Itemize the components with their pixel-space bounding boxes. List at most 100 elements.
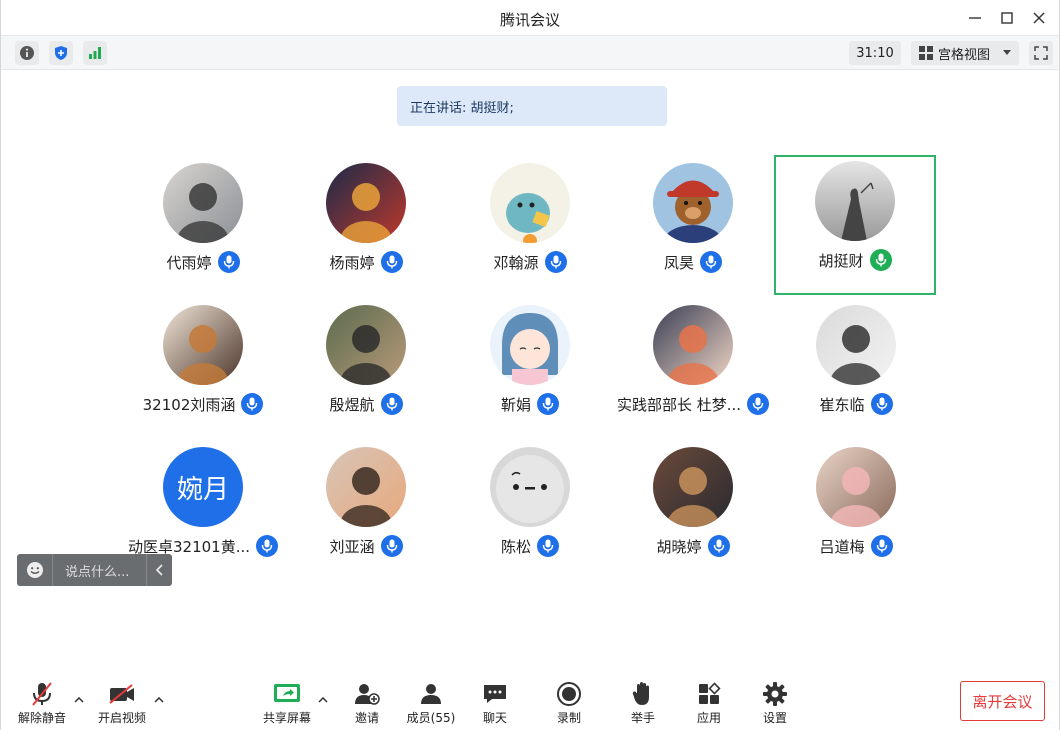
microphone-icon <box>876 397 887 411</box>
microphone-icon <box>542 397 554 411</box>
microphone-icon <box>550 255 561 269</box>
avatar-image <box>816 447 896 527</box>
participant-name: 杨雨婷 <box>329 253 375 272</box>
participant-tile[interactable]: 崔东临 <box>775 299 937 439</box>
participant-tile[interactable]: 胡挺财 <box>774 155 936 295</box>
participant-tile[interactable]: 刘亚涵 <box>285 441 447 581</box>
raise-hand-label: 举手 <box>630 711 655 725</box>
mic-badge <box>700 251 722 273</box>
avatar <box>816 305 896 385</box>
shield-icon <box>55 46 67 60</box>
avatar-image <box>163 305 243 385</box>
emoji-button[interactable] <box>17 554 53 586</box>
participant-tile[interactable]: 胡晓婷 <box>612 441 774 581</box>
avatar-image <box>815 161 895 241</box>
grid-view-dropdown[interactable]: 宫格视图 <box>911 41 1019 65</box>
minimize-button[interactable] <box>963 6 987 30</box>
start-video-button[interactable]: 开启视频 <box>95 680 149 726</box>
security-button[interactable] <box>49 41 73 65</box>
settings-button[interactable]: 设置 <box>755 680 795 726</box>
collapse-chat-button[interactable] <box>146 554 172 586</box>
share-label: 共享屏幕 <box>262 711 311 725</box>
maximize-button[interactable] <box>995 6 1019 30</box>
close-button[interactable] <box>1027 6 1051 30</box>
avatar <box>326 447 406 527</box>
participant-name: 凤昊 <box>663 253 694 272</box>
chat-placeholder: 说点什么... <box>65 564 130 580</box>
avatar <box>653 163 733 243</box>
avatar-image <box>653 447 733 527</box>
participant-name: 邓翰源 <box>493 253 539 272</box>
camera-off-icon <box>109 683 134 704</box>
meeting-info-button[interactable] <box>15 41 39 65</box>
microphone-icon <box>713 539 724 553</box>
participant-name-row: 胡挺财 <box>756 249 954 271</box>
mic-badge <box>380 393 403 415</box>
raise-hand-button[interactable]: 举手 <box>623 680 663 726</box>
participant-tile[interactable]: 邓翰源 <box>449 157 611 297</box>
chevron-up-icon <box>154 697 164 703</box>
avatar <box>490 163 570 243</box>
chevron-left-icon <box>155 564 163 576</box>
audio-options-caret[interactable] <box>73 694 85 706</box>
microphone-icon <box>705 255 717 269</box>
participant-tile[interactable]: 陈松 <box>449 441 611 581</box>
avatar <box>815 161 895 241</box>
mic-badge <box>380 535 403 557</box>
record-button[interactable]: 录制 <box>549 680 589 726</box>
mic-badge <box>707 535 730 557</box>
mic-badge <box>544 251 567 273</box>
participant-tile[interactable]: 靳娟 <box>449 299 611 439</box>
microphone-icon <box>876 539 887 553</box>
participant-tile[interactable]: 杨雨婷 <box>285 157 447 297</box>
avatar <box>163 305 243 385</box>
mic-badge <box>537 535 559 557</box>
avatar-image <box>326 447 406 527</box>
avatar <box>326 305 406 385</box>
participant-name-row: 崔东临 <box>755 393 957 415</box>
apps-button[interactable]: 应用 <box>689 680 729 726</box>
avatar <box>490 305 570 385</box>
participant-tile[interactable]: 殷煜航 <box>285 299 447 439</box>
microphone-muted-icon <box>32 681 52 706</box>
microphone-icon <box>386 539 397 553</box>
participant-name: 刘亚涵 <box>329 537 375 556</box>
microphone-icon <box>542 539 554 553</box>
participant-tile[interactable]: 32102刘雨涵 <box>122 299 284 439</box>
bottom-bar: 解除静音 开启视频 共享屏幕 邀请 成员(55) 聊天 录制 举手 应用 设置 … <box>1 672 1059 730</box>
unmute-button[interactable]: 解除静音 <box>15 680 69 726</box>
chat-label: 聊天 <box>482 711 507 725</box>
chat-input[interactable]: 说点什么... <box>17 554 172 586</box>
add-person-icon <box>355 683 380 705</box>
share-screen-button[interactable]: 共享屏幕 <box>259 680 315 726</box>
dropdown-arrow-icon <box>1003 50 1012 55</box>
participant-tile[interactable]: 代雨婷 <box>122 157 284 297</box>
mic-badge <box>241 393 264 415</box>
record-label: 录制 <box>556 711 581 725</box>
video-label: 开启视频 <box>97 711 146 725</box>
leave-meeting-button[interactable]: 离开会议 <box>960 681 1045 721</box>
chevron-up-icon <box>318 697 328 703</box>
microphone-icon <box>223 255 234 269</box>
participant-tile[interactable]: 实践部部长 杜梦... <box>612 299 774 439</box>
video-options-caret[interactable] <box>153 694 165 706</box>
meeting-window: 腾讯会议 31:10 宫格视图 正在讲话: 胡挺财; 代雨婷 杨雨婷 邓翰源 凤… <box>0 0 1060 730</box>
avatar-image <box>490 305 570 385</box>
mic-badge <box>537 393 559 415</box>
avatar <box>163 163 243 243</box>
network-signal-button[interactable] <box>83 41 107 65</box>
avatar <box>816 447 896 527</box>
microphone-icon <box>875 253 886 267</box>
avatar <box>653 447 733 527</box>
share-options-caret[interactable] <box>317 694 329 706</box>
participant-tile[interactable]: 凤昊 <box>612 157 774 297</box>
info-icon <box>20 46 34 60</box>
apps-icon <box>699 681 721 704</box>
participant-name: 胡挺财 <box>818 251 864 270</box>
invite-button[interactable]: 邀请 <box>347 680 387 726</box>
members-button[interactable]: 成员(55) <box>405 680 457 726</box>
fullscreen-button[interactable] <box>1029 41 1053 65</box>
gear-icon <box>763 681 787 706</box>
chat-button[interactable]: 聊天 <box>475 680 515 726</box>
participant-tile[interactable]: 吕道梅 <box>775 441 937 581</box>
